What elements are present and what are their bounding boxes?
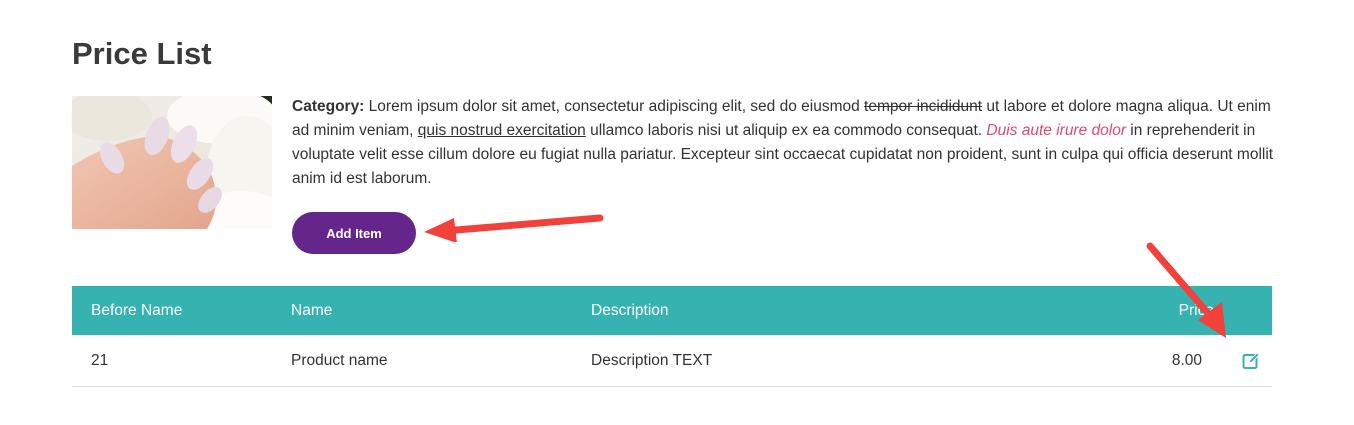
emphasized-text: Duis aute irure dolor <box>986 122 1126 139</box>
header-name: Name <box>291 301 333 319</box>
price-table: Before Name Name Description Price 21 Pr… <box>72 286 1272 387</box>
header-price: Price <box>1178 301 1214 319</box>
add-item-button[interactable]: Add Item <box>292 212 416 254</box>
category-text-part-3: ullamco laboris nisi ut aliquip ex ea co… <box>585 122 987 139</box>
underlined-text: quis nostrud exercitation <box>417 122 586 139</box>
price-list-page: Price List Category: Lorem ipsum dolor s… <box>0 0 1354 425</box>
category-image <box>72 96 272 229</box>
strikethrough-text: tempor incididunt <box>864 98 983 115</box>
header-before-name: Before Name <box>91 301 183 319</box>
cell-description: Description TEXT <box>572 335 972 387</box>
edit-icon[interactable] <box>1242 352 1260 370</box>
table-row: 21 Product name Description TEXT 8.00 <box>72 335 1272 387</box>
cell-name: Product name <box>272 335 572 387</box>
cell-price: 8.00 <box>1171 351 1202 369</box>
annotation-arrow-add-item <box>424 214 604 242</box>
category-label: Category: <box>292 98 365 115</box>
category-text-part-1: Lorem ipsum dolor sit amet, consectetur … <box>364 98 865 115</box>
table-header-row: Before Name Name Description Price <box>72 286 1272 335</box>
category-description: Category: Lorem ipsum dolor sit amet, co… <box>292 95 1282 191</box>
manicure-photo <box>72 96 272 229</box>
header-description: Description <box>591 301 669 319</box>
cell-before-name: 21 <box>72 335 272 387</box>
page-title: Price List <box>72 36 212 71</box>
cell-price-wrapper: 8.00 <box>972 335 1272 387</box>
